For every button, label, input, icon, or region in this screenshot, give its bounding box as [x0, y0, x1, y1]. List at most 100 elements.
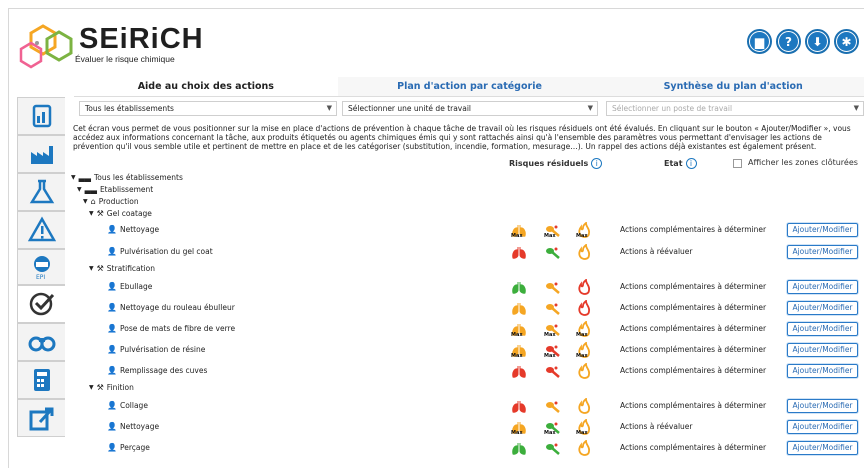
risk-indicator — [544, 363, 560, 379]
task-name: Nettoyage — [119, 421, 160, 431]
tree-node[interactable]: ▼ ▃▃ Tous les établissements — [9, 171, 864, 183]
tree-node-name: Finition — [106, 383, 134, 392]
etat-value: Actions complémentaires à déterminer — [620, 344, 767, 354]
info-icon[interactable]: i — [591, 158, 603, 169]
risk-indicator — [576, 277, 592, 295]
risk-indicator — [576, 396, 592, 414]
poste-select-value: Sélectionner un poste de travail — [612, 104, 733, 113]
tree-node-name: Tous les établissements — [93, 173, 183, 182]
folder-icon: ▆ — [750, 32, 769, 51]
tab-bar: Aide au choix des actions Plan d'action p… — [74, 77, 864, 97]
caret-down-icon[interactable]: ▼ — [77, 186, 82, 193]
dashboard-icon — [32, 104, 51, 128]
folder-button[interactable]: ▆ — [747, 29, 772, 54]
unite-select[interactable]: Sélectionner une unité de travail ▼ — [342, 101, 598, 116]
caret-down-icon[interactable]: ▼ — [89, 265, 94, 272]
tab-1[interactable]: Plan d'action par catégorie — [338, 77, 602, 96]
task-label: 👤 Perçage — [107, 443, 150, 452]
ajouter-modifier-button[interactable]: Ajouter/Modifier — [787, 321, 858, 336]
ajouter-modifier-button[interactable]: Ajouter/Modifier — [787, 419, 858, 434]
tree-node[interactable]: ▼ ▃▃ Etablissement — [9, 183, 864, 195]
help-icon: ? — [779, 32, 798, 51]
tree-node[interactable]: ▼ ⚒ Gel coatage — [9, 207, 864, 219]
ajouter-modifier-button[interactable]: Ajouter/Modifier — [787, 300, 858, 315]
ajouter-modifier-button[interactable]: Ajouter/Modifier — [787, 223, 858, 237]
tree-node[interactable]: ▼ ⚒ Stratification — [9, 262, 864, 276]
table-row: 👤 Collage Actions complémentaires à déterm… — [9, 395, 864, 416]
max-label: Max — [544, 429, 556, 436]
download-button[interactable]: ⬇ — [805, 29, 830, 54]
risk-indicator — [544, 244, 560, 260]
settings-button[interactable]: ✱ — [834, 29, 859, 54]
etablissement-select[interactable]: Tous les établissements ▼ — [79, 101, 337, 116]
ajouter-modifier-button[interactable]: Ajouter/Modifier — [787, 363, 858, 378]
caret-down-icon[interactable]: ▼ — [71, 174, 76, 181]
skin-icon — [546, 303, 560, 315]
risk-indicator — [511, 363, 527, 379]
caret-down-icon[interactable]: ▼ — [89, 384, 94, 391]
tree-node-label: ▼ ▃▃ Tous les établissements — [71, 173, 183, 182]
task-name: Nettoyage — [119, 225, 160, 234]
skin-icon — [546, 247, 560, 259]
max-label: Max — [511, 331, 523, 338]
home-icon: ⌂ — [90, 197, 96, 206]
caret-down-icon[interactable]: ▼ — [83, 198, 88, 205]
poste-select[interactable]: Sélectionner un poste de travail ▼ — [606, 101, 864, 116]
sidebar-item-dashboard[interactable] — [17, 97, 65, 135]
risk-indicator: Max — [544, 222, 560, 239]
task-name: Ebullage — [119, 281, 153, 291]
max-label: Max — [576, 352, 588, 359]
risk-indicator: Max — [511, 321, 527, 338]
lungs-icon — [512, 365, 526, 378]
help-button[interactable]: ? — [776, 29, 801, 54]
ajouter-modifier-button[interactable]: Ajouter/Modifier — [787, 440, 858, 455]
risk-indicator — [511, 244, 527, 260]
column-headers: Risques résiduels i Etat i Afficher les zo… — [9, 158, 864, 170]
ajouter-modifier-button[interactable]: Ajouter/Modifier — [787, 279, 858, 294]
risques-header-label: Risques résiduels — [509, 159, 589, 168]
ajouter-modifier-button[interactable]: Ajouter/Modifier — [787, 342, 858, 357]
tree-node-name: Etablissement — [99, 185, 154, 194]
user-icon: 👤 — [107, 302, 117, 312]
tree-node[interactable]: ▼ ⚒ Finition — [9, 381, 864, 395]
user-icon: 👤 — [107, 365, 117, 375]
user-icon: 👤 — [107, 344, 117, 354]
ajouter-modifier-button[interactable]: Ajouter/Modifier — [787, 244, 858, 259]
ajouter-modifier-button[interactable]: Ajouter/Modifier — [787, 398, 858, 413]
flame-icon — [578, 298, 591, 316]
skin-icon — [546, 282, 560, 294]
risk-indicator — [576, 438, 592, 456]
tab-2[interactable]: Synthèse du plan d'action — [601, 77, 864, 96]
risk-indicator — [511, 300, 527, 316]
caret-down-icon[interactable]: ▼ — [89, 210, 94, 217]
task-label: 👤 Remplissage des cuves — [107, 366, 207, 375]
etat-value: Actions à réévaluer — [620, 246, 693, 256]
flame-icon — [578, 396, 591, 414]
tab-0[interactable]: Aide au choix des actions — [74, 77, 338, 96]
risk-indicator — [511, 279, 527, 295]
show-closed-checkbox[interactable] — [733, 159, 742, 168]
risk-indicator: Max — [511, 419, 527, 436]
risk-indicator — [544, 398, 560, 414]
molecule-logo-icon — [19, 24, 73, 69]
risk-indicator — [576, 361, 592, 379]
task-label: 👤 Nettoyage — [107, 422, 159, 431]
app-window: SEiRiCH Évaluer le risque chimique ▆? ⬇ ✱ … — [8, 8, 864, 468]
task-name: Pose de mats de fibre de verre — [119, 323, 236, 333]
info-icon[interactable]: i — [685, 158, 697, 169]
settings-icon: ✱ — [837, 32, 856, 51]
tree-node[interactable]: ▼ ⌂ Production — [9, 195, 864, 207]
brand-tagline: Évaluer le risque chimique — [75, 54, 175, 64]
risk-indicator — [511, 398, 527, 414]
lungs-icon — [512, 246, 526, 259]
risk-indicator — [544, 300, 560, 316]
etat-value: Actions complémentaires à déterminer — [620, 400, 767, 410]
etat-value: Actions complémentaires à déterminer — [620, 365, 767, 375]
task-name: Nettoyage du rouleau ébulleur — [119, 302, 235, 312]
tree-node-name: Stratification — [106, 264, 156, 273]
risk-indicator: Max — [544, 419, 560, 436]
lungs-icon — [512, 442, 526, 455]
task-name: Pulvérisation du gel coat — [119, 246, 213, 256]
risk-indicator: Max — [576, 417, 592, 436]
task-label: 👤 Nettoyage du rouleau ébulleur — [107, 303, 235, 312]
